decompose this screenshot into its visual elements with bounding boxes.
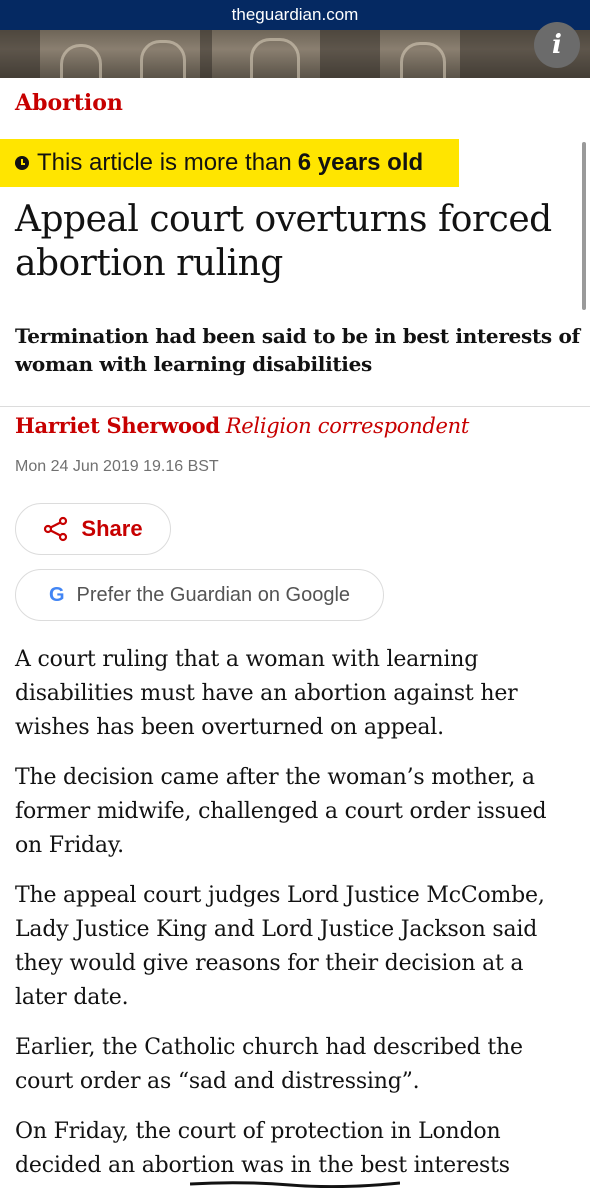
share-label: Share	[81, 516, 143, 541]
paragraph: On Friday, the court of protection in Lo…	[15, 1119, 510, 1178]
url-text: theguardian.com	[231, 5, 359, 24]
prefer-google-button[interactable]: G Prefer the Guardian on Google	[15, 569, 384, 621]
age-warning-banner: This article is more than 6 years old	[0, 139, 459, 187]
author-role: Religion correspondent	[225, 414, 470, 438]
share-button[interactable]: Share	[15, 503, 171, 555]
pen-scribble	[190, 1181, 400, 1188]
share-icon	[44, 516, 68, 542]
standfirst: Termination had been said to be in best …	[15, 324, 580, 376]
google-g-icon: G	[48, 583, 65, 606]
section-label[interactable]: Abortion	[15, 90, 123, 116]
address-bar[interactable]: theguardian.com	[0, 0, 590, 30]
publish-date: Mon 24 Jun 2019 19.16 BST	[15, 458, 219, 475]
scrollbar[interactable]	[582, 142, 586, 310]
headline: Appeal court overturns forced abortion r…	[15, 199, 552, 284]
hero-image	[0, 30, 590, 78]
byline: Harriet Sherwood Religion correspondent	[15, 413, 469, 438]
author-link[interactable]: Harriet Sherwood	[15, 413, 220, 438]
article-body: A court ruling that a woman with learnin…	[15, 643, 580, 1199]
prefer-google-label: Prefer the Guardian on Google	[76, 583, 351, 606]
paragraph: Earlier, the Catholic church had describ…	[15, 1035, 523, 1094]
age-value: 6 years old	[297, 149, 424, 176]
divider	[0, 406, 590, 407]
info-icon[interactable]: i	[534, 22, 580, 68]
paragraph: The decision came after the woman’s moth…	[15, 765, 547, 858]
paragraph: The appeal court judges Lord Justice McC…	[15, 883, 545, 1010]
paragraph: A court ruling that a woman with learnin…	[15, 647, 518, 740]
clock-icon	[15, 156, 29, 170]
age-prefix: This article is more than	[37, 149, 292, 176]
